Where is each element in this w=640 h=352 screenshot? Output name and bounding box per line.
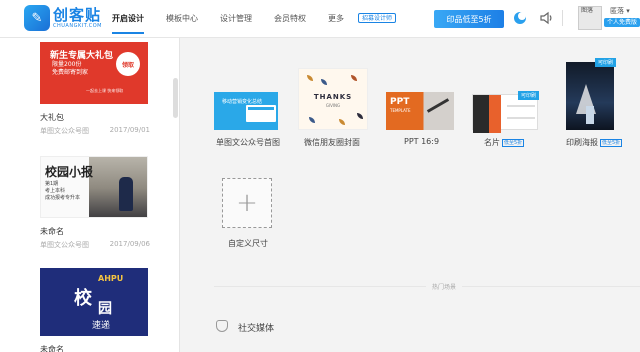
template-business-card[interactable]: 可印刷 [472, 91, 539, 133]
main-nav: 开启设计 模板中心 设计管理 会员特权 更多 [104, 0, 358, 38]
recruit-designer-badge[interactable]: 招募设计师 [358, 13, 397, 23]
design-date: 2017/09/01 [109, 126, 150, 134]
logo-subtext: CHUANGKIT.COM [53, 22, 102, 29]
recent-designs-panel: 新生专属大礼包 限量200份 免费邮寄到家 领取 一起去上课 快来领取 大礼包 单… [0, 38, 180, 352]
custom-size-label[interactable]: 自定义尺寸 [228, 238, 268, 249]
template-print-poster[interactable]: 可印刷 [566, 58, 616, 130]
person-figure [119, 177, 133, 211]
custom-size-button[interactable]: + [222, 178, 272, 228]
avatar[interactable]: 图落 [578, 6, 602, 30]
template-name[interactable]: 微信朋友圈封面 [304, 137, 360, 148]
nav-start-design[interactable]: 开启设计 [104, 0, 152, 38]
theme-icon[interactable] [512, 10, 528, 26]
header-divider [562, 10, 563, 26]
design-name[interactable]: 未命名 [40, 226, 150, 237]
user-plan-badge: 个人免费版 [604, 18, 640, 27]
nav-more[interactable]: 更多 [320, 0, 352, 38]
nav-member-privilege[interactable]: 会员特权 [266, 0, 314, 38]
print-promo-button[interactable]: 印品低至5折 [434, 10, 504, 28]
nav-design-manage[interactable]: 设计管理 [212, 0, 260, 38]
nav-template-center[interactable]: 模板中心 [158, 0, 206, 38]
design-thumbnail[interactable]: 新生专属大礼包 限量200份 免费邮寄到家 领取 一起去上课 快来领取 [40, 42, 148, 104]
printable-ribbon: 可印刷 [517, 91, 539, 100]
logo[interactable]: ✎ 创客贴 CHUANGKIT.COM [24, 5, 102, 31]
design-name[interactable]: 未命名 [40, 344, 148, 352]
template-name[interactable]: 名片 [484, 138, 500, 147]
design-thumbnail[interactable]: 校园小报 第1期 考上本科 成功报考专升本 [40, 156, 148, 218]
template-name[interactable]: PPT 16:9 [404, 137, 439, 146]
template-name[interactable]: 印刷海报 [566, 138, 598, 147]
logo-text: 创客贴 [53, 5, 102, 24]
discount-badge: 低至5折 [502, 139, 525, 147]
template-name[interactable]: 单图文公众号首图 [216, 137, 280, 148]
design-start-area: 移动营销变化总结 单图文公众号首图 THANKS GIVING 微信朋友圈封面 … [180, 38, 640, 352]
sidebar-scrollbar[interactable] [173, 78, 178, 118]
design-thumbnail[interactable]: AHPU 校 园 速递 [40, 268, 148, 336]
volume-icon[interactable] [538, 10, 554, 26]
design-type: 单图文公众号图 [40, 127, 89, 135]
template-moments-cover[interactable]: THANKS GIVING [298, 68, 368, 130]
design-card[interactable]: AHPU 校 园 速递 未命名 [40, 268, 148, 352]
shield-icon [216, 320, 228, 332]
template-wechat-article-cover[interactable]: 移动营销变化总结 [214, 92, 278, 130]
design-card[interactable]: 新生专属大礼包 限量200份 免费邮寄到家 领取 一起去上课 快来领取 大礼包 单… [40, 42, 150, 136]
template-ppt[interactable]: PPT TEMPLATE [386, 92, 454, 130]
hot-scenes-label: 热门场景 [426, 282, 463, 291]
logo-mark-icon: ✎ [24, 5, 50, 31]
plus-icon: + [236, 188, 258, 218]
top-header: ✎ 创客贴 CHUANGKIT.COM 开启设计 模板中心 设计管理 会员特权 … [0, 0, 640, 38]
discount-badge: 低至5折 [600, 139, 623, 147]
section-title-social-media[interactable]: 社交媒体 [238, 321, 274, 334]
design-date: 2017/09/06 [109, 240, 150, 248]
printable-ribbon: 可印刷 [594, 58, 616, 67]
user-name[interactable]: 匿落 ▾ [610, 6, 630, 16]
design-name[interactable]: 大礼包 [40, 112, 150, 123]
design-type: 单图文公众号图 [40, 241, 89, 249]
design-card[interactable]: 校园小报 第1期 考上本科 成功报考专升本 未命名 单图文公众号图 2017/09/… [40, 156, 150, 250]
